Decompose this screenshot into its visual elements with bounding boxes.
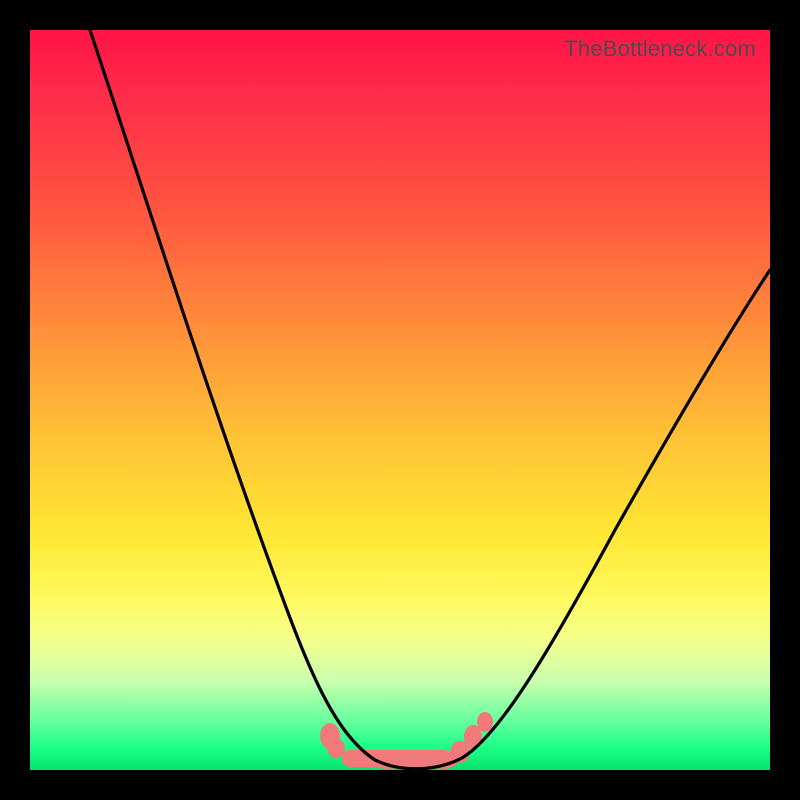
chart-frame: TheBottleneck.com [0, 0, 800, 800]
curve-layer [30, 30, 770, 770]
bottleneck-curve [90, 30, 770, 769]
valley-blob-cluster [320, 712, 493, 770]
plot-area: TheBottleneck.com [30, 30, 770, 770]
